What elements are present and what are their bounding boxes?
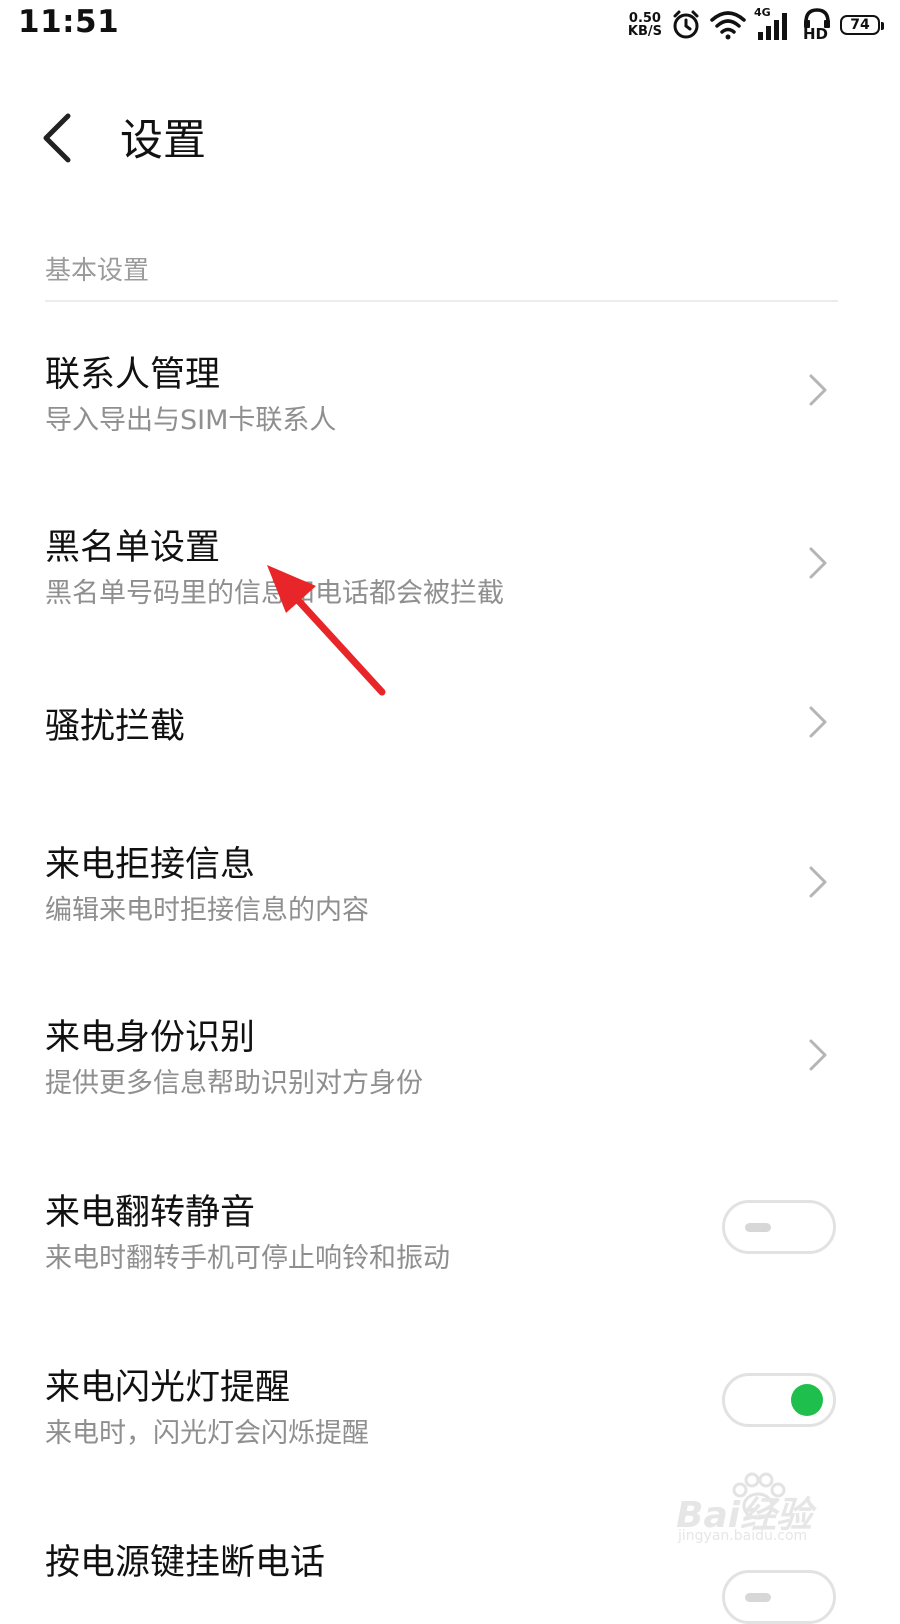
signal-icon: 4G [754, 6, 794, 42]
flip-to-mute-toggle[interactable] [722, 1200, 836, 1254]
toggle-knob [745, 1593, 771, 1602]
setting-subtitle: 导入导出与SIM卡联系人 [45, 405, 337, 436]
page-title: 设置 [120, 116, 206, 166]
flash-alert-toggle[interactable] [722, 1373, 836, 1427]
setting-subtitle: 编辑来电时拒接信息的内容 [45, 895, 369, 926]
network-speed: 0.50 KB/S [628, 12, 662, 38]
hd-label: HD [803, 25, 829, 43]
alarm-icon [673, 10, 699, 39]
setting-subtitle: 黑名单号码里的信息和电话都会被拦截 [45, 578, 504, 609]
chevron-right-icon [809, 547, 827, 579]
wifi-icon [710, 11, 746, 40]
setting-subtitle: 来电时翻转手机可停止响铃和振动 [45, 1243, 450, 1274]
setting-title: 来电拒接信息 [45, 845, 256, 885]
setting-title: 来电闪光灯提醒 [45, 1368, 291, 1408]
setting-title: 骚扰拦截 [45, 707, 186, 747]
setting-item-contacts[interactable]: 联系人管理 导入导出与SIM卡联系人 [0, 320, 900, 470]
setting-item-flash-alert: 来电闪光灯提醒 来电时，闪光灯会闪烁提醒 [0, 1335, 900, 1485]
setting-title: 来电身份识别 [45, 1018, 256, 1058]
setting-item-harassment-block[interactable]: 骚扰拦截 [0, 660, 900, 790]
setting-item-flip-to-mute: 来电翻转静音 来电时翻转手机可停止响铃和振动 [0, 1160, 900, 1310]
setting-title: 来电翻转静音 [45, 1193, 256, 1233]
setting-title: 黑名单设置 [45, 528, 221, 568]
section-header-basic: 基本设置 [45, 256, 150, 286]
power-key-hangup-toggle[interactable] [722, 1570, 836, 1624]
chevron-right-icon [809, 706, 827, 738]
toggle-knob [745, 1223, 771, 1232]
toggle-knob [791, 1384, 823, 1416]
status-bar: 11:51 0.50 KB/S 4G HD 74 [0, 0, 900, 52]
section-divider [45, 300, 838, 302]
setting-title: 按电源键挂断电话 [45, 1543, 326, 1583]
chevron-right-icon [809, 374, 827, 406]
back-arrow-icon[interactable] [36, 108, 88, 168]
setting-item-caller-id[interactable]: 来电身份识别 提供更多信息帮助识别对方身份 [0, 985, 900, 1135]
battery-icon: 74 [840, 15, 884, 35]
watermark-url: jingyan.baidu.com [678, 1528, 808, 1544]
baidu-jingyan-watermark: Bai经验 jingyan.baidu.com [672, 1472, 852, 1552]
network-speed-unit: KB/S [627, 24, 662, 39]
status-time: 11:51 [18, 4, 120, 40]
setting-item-blacklist[interactable]: 黑名单设置 黑名单号码里的信息和电话都会被拦截 [0, 495, 900, 645]
status-icons: 0.50 KB/S 4G HD 74 [628, 6, 884, 43]
hd-call-icon: HD [802, 8, 832, 43]
chevron-right-icon [809, 1039, 827, 1071]
setting-subtitle: 来电时，闪光灯会闪烁提醒 [45, 1418, 369, 1449]
setting-title: 联系人管理 [45, 355, 221, 395]
setting-item-reject-message[interactable]: 来电拒接信息 编辑来电时拒接信息的内容 [0, 810, 900, 960]
setting-subtitle: 提供更多信息帮助识别对方身份 [45, 1068, 423, 1099]
chevron-right-icon [809, 866, 827, 898]
battery-level: 74 [850, 17, 870, 33]
